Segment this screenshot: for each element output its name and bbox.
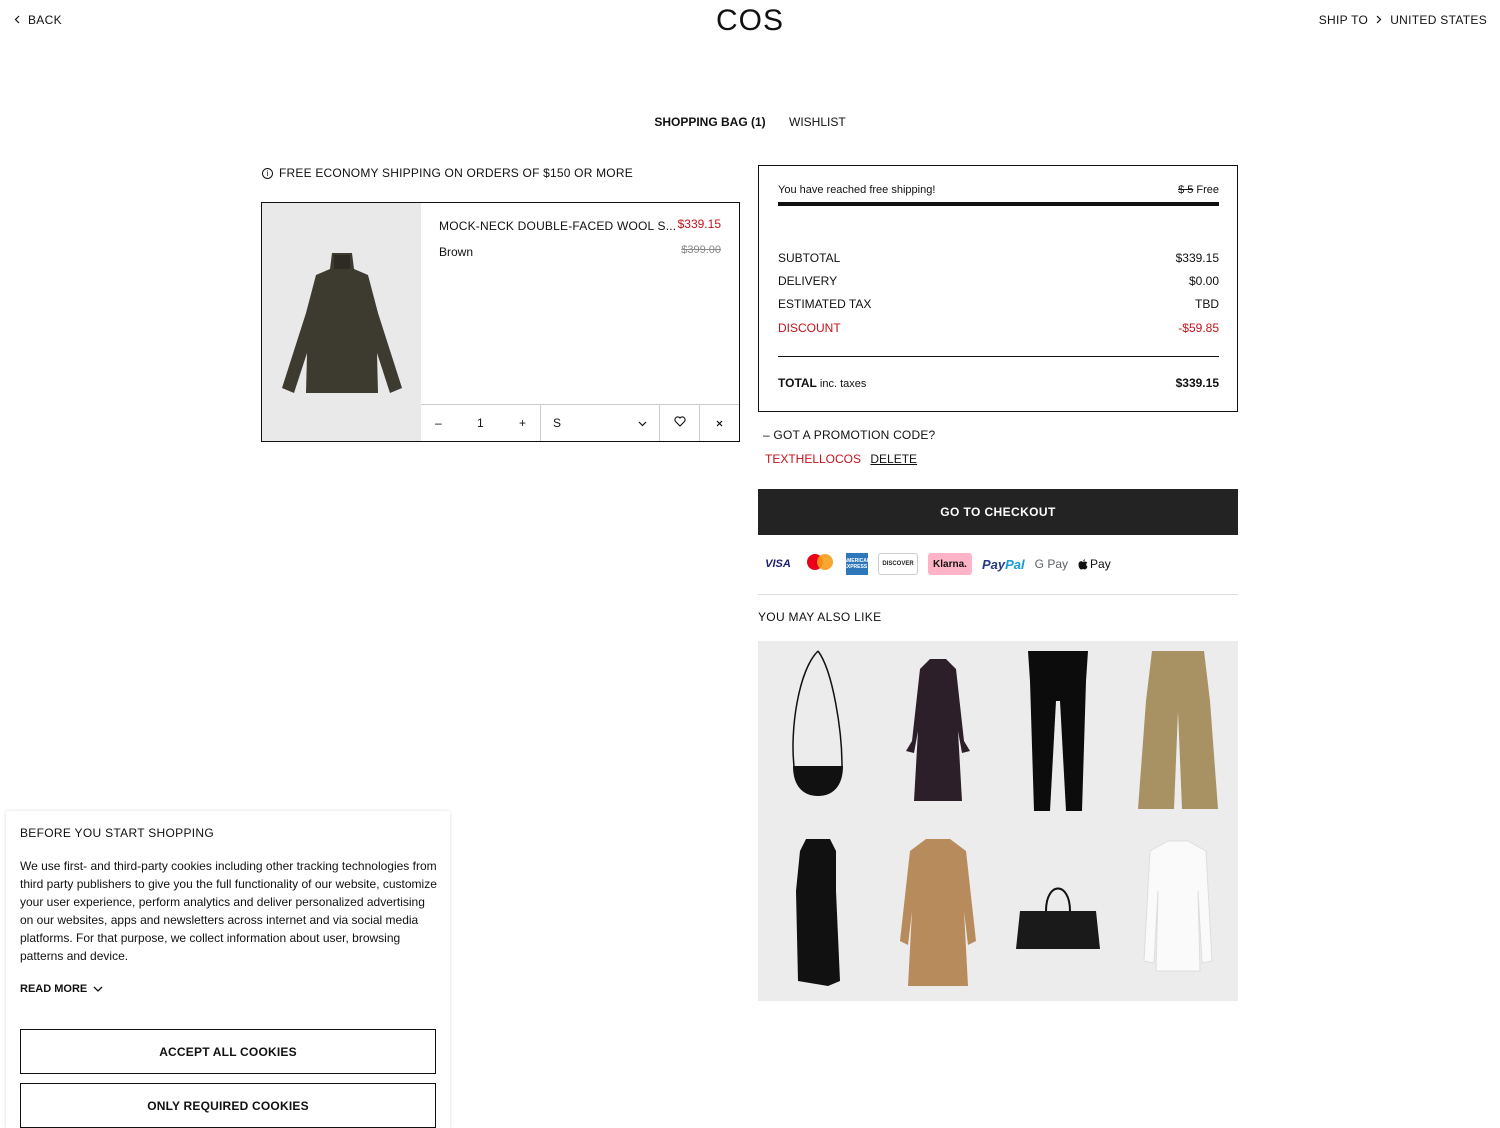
cookie-banner-text: We use first- and third-party cookies in…: [20, 859, 437, 963]
total-label-group: TOTAL inc. taxes: [778, 376, 866, 390]
discover-icon: DISCOVER: [878, 553, 918, 575]
tab-wishlist[interactable]: WISHLIST: [789, 115, 846, 129]
discount-row: DISCOUNT -$59.85: [778, 321, 1219, 335]
chevron-down-icon: [638, 416, 647, 430]
delivery-row: DELIVERY $0.00: [778, 274, 1219, 288]
product-tile-white-top[interactable]: [1118, 821, 1238, 1001]
size-select[interactable]: S: [541, 405, 660, 441]
quantity-value: 1: [476, 416, 484, 430]
shipping-cost: $ 5 Free: [1178, 184, 1219, 196]
recommendations-divider: [758, 594, 1238, 595]
move-to-wishlist-button[interactable]: [660, 405, 700, 441]
read-more-label: READ MORE: [20, 983, 88, 995]
free-shipping-note: i FREE ECONOMY SHIPPING ON ORDERS OF $15…: [262, 166, 633, 180]
order-summary: You have reached free shipping! $ 5 Free …: [758, 165, 1238, 412]
ship-to-label: SHIP TO: [1318, 13, 1369, 27]
remove-item-button[interactable]: [700, 405, 739, 441]
product-tile-bag-crossbody[interactable]: [758, 641, 878, 821]
product-sale-price: $339.15: [677, 217, 721, 231]
info-icon: i: [262, 167, 273, 179]
item-controls: – 1 + S: [421, 404, 739, 441]
paypal-text-a: Pay: [982, 556, 1006, 572]
cookie-banner: BEFORE YOU START SHOPPING We use first- …: [6, 811, 450, 1128]
country-label[interactable]: UNITED STATES: [1390, 13, 1487, 27]
amex-icon: AMERICAN EXPRESS: [844, 553, 870, 575]
product-name[interactable]: MOCK-NECK DOUBLE-FACED WOOL S...: [439, 219, 676, 233]
paypal-text-b: Pal: [1005, 556, 1025, 572]
free-shipping-status: You have reached free shipping! $ 5 Free: [778, 184, 1219, 196]
apple-pay-text: Pay: [1090, 557, 1111, 571]
google-pay-icon: G Pay: [1034, 557, 1069, 571]
klarna-icon: Klarna.: [928, 553, 972, 575]
total-row: TOTAL inc. taxes $339.15: [778, 376, 1219, 390]
free-shipping-message: You have reached free shipping!: [778, 184, 936, 196]
visa-icon: VISA: [765, 558, 791, 570]
product-tile-wrap-coat[interactable]: [878, 641, 998, 821]
tax-label: ESTIMATED TAX: [778, 297, 872, 311]
top-bar: BACK COS SHIP TO UNITED STATES: [0, 0, 1500, 42]
cookie-banner-title: BEFORE YOU START SHOPPING: [20, 826, 214, 840]
new-shipping-cost: Free: [1196, 184, 1219, 196]
total-value: $339.15: [1175, 376, 1219, 390]
promo-code-toggle[interactable]: – GOT A PROMOTION CODE?: [763, 428, 935, 442]
product-color: Brown: [439, 245, 474, 259]
delivery-label: DELIVERY: [778, 274, 838, 288]
delete-promo-link[interactable]: DELETE: [870, 452, 917, 466]
chevron-down-icon: [93, 983, 103, 995]
old-shipping-cost: $ 5: [1178, 184, 1194, 196]
product-tile-tote-bag[interactable]: [998, 821, 1118, 1001]
go-to-checkout-button[interactable]: GO TO CHECKOUT: [758, 489, 1238, 535]
product-tile-camel-coat[interactable]: [878, 821, 998, 1001]
product-image-coat[interactable]: [262, 203, 421, 441]
recommendations-title: YOU MAY ALSO LIKE: [758, 610, 882, 624]
tax-value: TBD: [1195, 297, 1219, 311]
ship-to-selector[interactable]: SHIP TO UNITED STATES: [1319, 13, 1487, 27]
product-original-price: $399.00: [681, 244, 721, 256]
product-tile-wide-trousers[interactable]: [1118, 641, 1238, 821]
payment-methods: VISA AMERICAN EXPRESS DISCOVER Klarna. P…: [762, 552, 1111, 576]
apple-pay-icon: Pay: [1078, 557, 1111, 571]
chevron-right-icon: [1376, 13, 1382, 27]
subtotal-row: SUBTOTAL $339.15: [778, 251, 1219, 265]
promo-code-value: TEXTHELLOCOS: [765, 452, 862, 466]
summary-divider: [778, 356, 1219, 357]
read-more-toggle[interactable]: READ MORE: [20, 983, 103, 995]
heart-icon: [673, 416, 686, 430]
applied-promo: TEXTHELLOCOS DELETE: [765, 452, 917, 466]
delivery-value: $0.00: [1188, 274, 1219, 288]
close-icon: [716, 416, 723, 430]
recommendations-grid: [758, 641, 1238, 1001]
free-shipping-note-text: FREE ECONOMY SHIPPING ON ORDERS OF $150 …: [279, 166, 633, 180]
subtotal-label: SUBTOTAL: [778, 251, 841, 265]
product-tile-black-dress[interactable]: [758, 821, 878, 1001]
discount-label: DISCOUNT: [778, 321, 841, 335]
total-label: TOTAL: [778, 376, 817, 390]
bag-tabs: SHOPPING BAG (1) WISHLIST: [0, 115, 1500, 129]
quantity-decrease-button[interactable]: –: [435, 416, 442, 430]
accept-all-cookies-button[interactable]: ACCEPT ALL COOKIES: [20, 1029, 436, 1074]
tax-row: ESTIMATED TAX TBD: [778, 297, 1219, 311]
mastercard-icon: [804, 552, 836, 576]
paypal-icon: Pay Pal: [982, 557, 1025, 572]
tab-shopping-bag[interactable]: SHOPPING BAG (1): [654, 115, 765, 129]
free-shipping-progress-bar: [778, 202, 1219, 206]
size-value: S: [553, 416, 562, 430]
only-required-cookies-button[interactable]: ONLY REQUIRED COOKIES: [20, 1083, 436, 1128]
total-tax-note: inc. taxes: [819, 378, 867, 390]
product-tile-leggings[interactable]: [998, 641, 1118, 821]
brand-logo[interactable]: COS: [0, 4, 1500, 38]
cart-item: MOCK-NECK DOUBLE-FACED WOOL S... $339.15…: [261, 202, 740, 442]
quantity-stepper: – 1 +: [421, 405, 541, 441]
quantity-increase-button[interactable]: +: [519, 416, 526, 430]
subtotal-value: $339.15: [1175, 251, 1219, 265]
discount-value: -$59.85: [1178, 321, 1219, 335]
